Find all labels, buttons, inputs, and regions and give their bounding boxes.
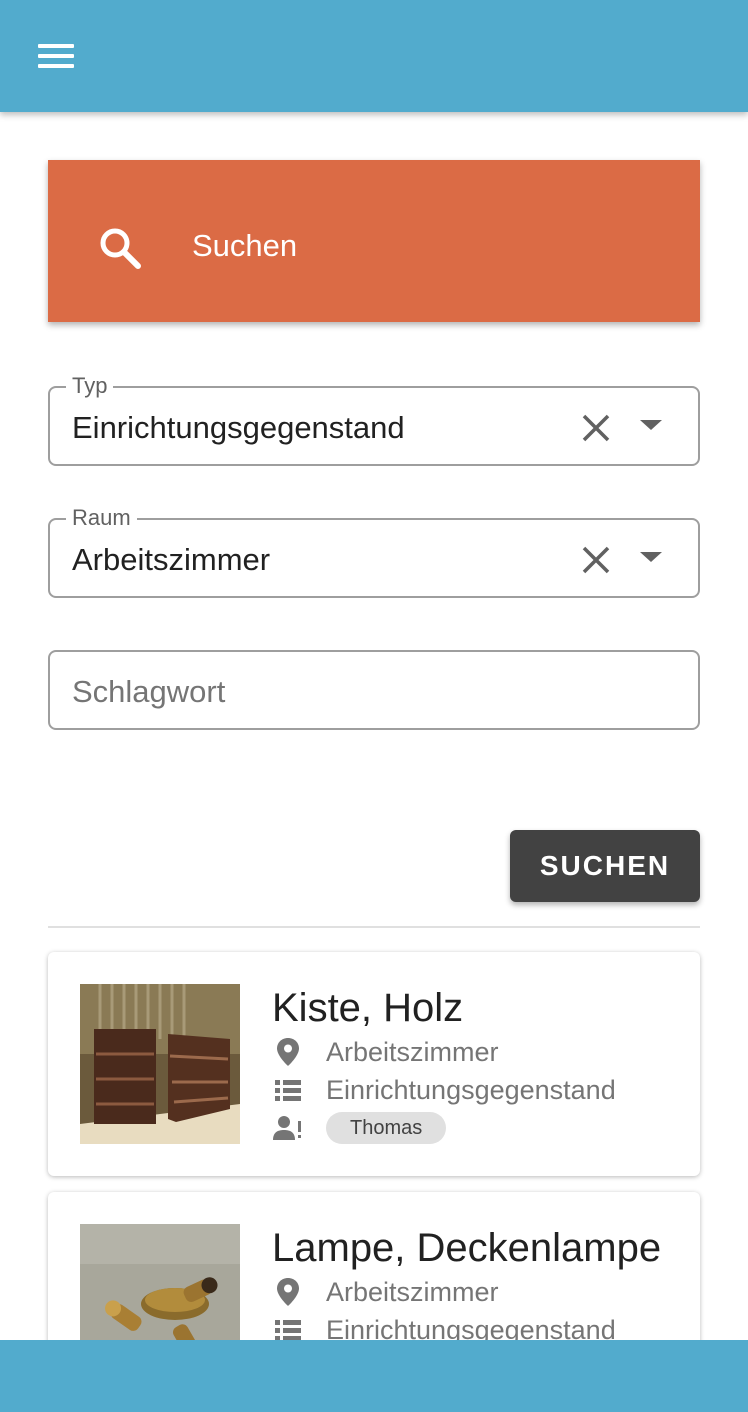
room-select-label: Raum (66, 505, 137, 531)
clear-icon[interactable] (578, 542, 614, 578)
clear-icon[interactable] (578, 410, 614, 446)
keyword-input-placeholder: Schlagwort (72, 674, 226, 709)
list-icon (272, 1074, 304, 1106)
location-pin-icon (272, 1276, 304, 1308)
menu-icon-bar (38, 54, 74, 58)
item-room-row: Arbeitszimmer (272, 1274, 499, 1310)
type-select[interactable]: Typ Einrichtungsgegenstand (48, 373, 700, 466)
divider (48, 926, 700, 928)
keyword-input[interactable]: Schlagwort (48, 650, 700, 730)
type-select-value: Einrichtungsgegenstand (72, 410, 405, 445)
search-header-title: Suchen (192, 228, 298, 263)
search-header-panel: Suchen (48, 160, 700, 322)
owner-chip: Thomas (326, 1112, 447, 1144)
item-room-row: Arbeitszimmer (272, 1034, 499, 1070)
item-title: Lampe, Deckenlampe (272, 1226, 662, 1270)
item-title: Kiste, Holz (272, 986, 464, 1030)
search-button[interactable]: SUCHEN (510, 830, 700, 902)
item-room: Arbeitszimmer (326, 1037, 499, 1067)
item-type: Einrichtungsgegenstand (326, 1075, 616, 1105)
menu-icon-bar (38, 44, 74, 48)
item-room: Arbeitszimmer (326, 1277, 499, 1307)
item-owner-row: Thomas (272, 1110, 447, 1146)
person-alert-icon (272, 1112, 304, 1144)
room-select[interactable]: Raum Arbeitszimmer (48, 505, 700, 598)
app-bar (0, 0, 748, 112)
bottom-bar (0, 1340, 748, 1412)
search-icon (100, 228, 141, 269)
type-select-label: Typ (66, 373, 114, 399)
menu-icon-bar (38, 64, 74, 68)
room-select-value: Arbeitszimmer (72, 542, 271, 577)
dropdown-arrow-icon[interactable] (640, 552, 662, 562)
item-type-row: Einrichtungsgegenstand (272, 1072, 616, 1108)
location-pin-icon (272, 1036, 304, 1068)
dropdown-arrow-icon[interactable] (640, 420, 662, 430)
result-card[interactable]: Kiste, Holz Arbeitszimmer Einrichtungsge… (48, 952, 700, 1176)
menu-button[interactable] (30, 36, 82, 76)
item-photo (80, 984, 240, 1144)
